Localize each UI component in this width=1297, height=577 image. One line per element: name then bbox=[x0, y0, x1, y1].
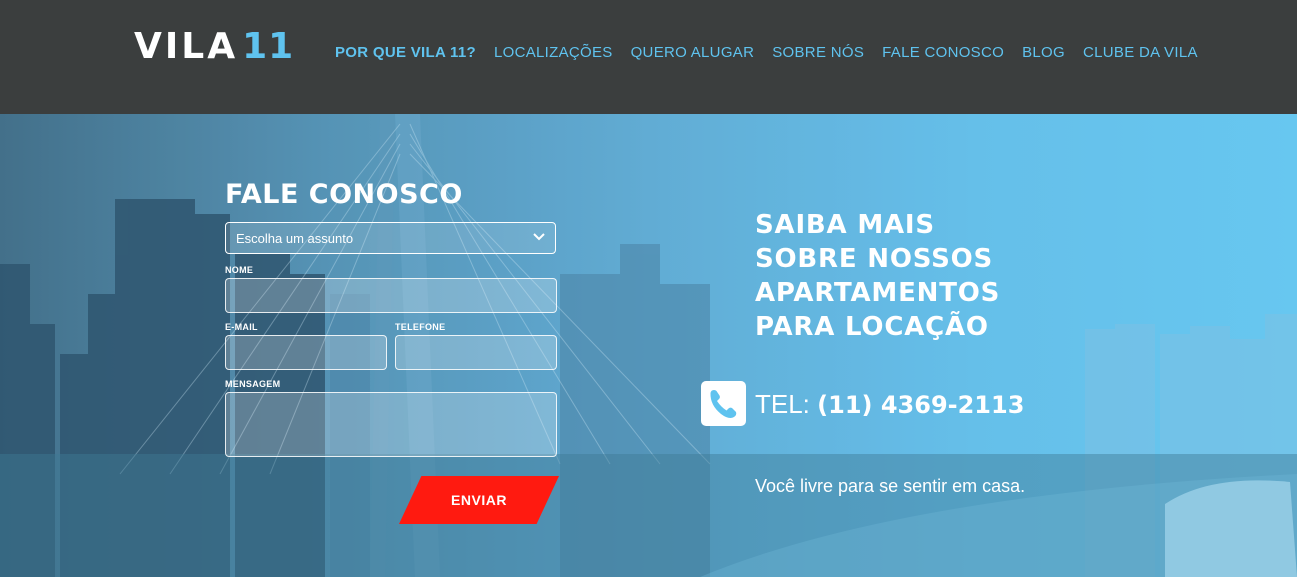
phone-input[interactable] bbox=[395, 335, 557, 370]
nav-quero-alugar[interactable]: QUERO ALUGAR bbox=[631, 44, 755, 61]
message-textarea[interactable] bbox=[225, 392, 557, 457]
phone-label: TELEFONE bbox=[395, 322, 446, 332]
logo-word: VILA bbox=[134, 26, 239, 67]
chevron-down-icon bbox=[533, 233, 545, 241]
subject-select-value: Escolha um assunto bbox=[236, 230, 354, 246]
tagline: Você livre para se sentir em casa. bbox=[755, 476, 1026, 496]
tel-number[interactable]: (11) 4369-2113 bbox=[817, 391, 1024, 419]
telephone: TEL: (11) 4369-2113 bbox=[755, 389, 1024, 420]
name-input[interactable] bbox=[225, 278, 557, 313]
headline-line: SAIBA MAIS bbox=[755, 210, 935, 240]
headline-line: PARA LOCAÇÃO bbox=[755, 312, 989, 342]
vila11-logo[interactable]: VILA 11 bbox=[134, 26, 295, 67]
email-label: E-MAIL bbox=[225, 322, 258, 332]
contact-form-title: FALE CONOSCO bbox=[225, 179, 463, 210]
city-bridge-background bbox=[0, 114, 1297, 577]
main-nav: POR QUE VILA 11? LOCALIZAÇÕES QUERO ALUG… bbox=[335, 44, 1216, 61]
site-header: VILA 11 POR QUE VILA 11? LOCALIZAÇÕES QU… bbox=[0, 0, 1297, 114]
logo-number: 11 bbox=[242, 26, 295, 67]
send-button[interactable]: ENVIAR bbox=[399, 476, 559, 524]
nav-clube-da-vila[interactable]: CLUBE DA VILA bbox=[1083, 44, 1198, 61]
nav-por-que-vila-11[interactable]: POR QUE VILA 11? bbox=[335, 44, 476, 61]
tel-prefix: TEL: bbox=[755, 389, 810, 419]
phone-icon-box[interactable] bbox=[701, 381, 746, 426]
name-label: NOME bbox=[225, 265, 254, 275]
phone-icon bbox=[710, 390, 737, 418]
headline-line: APARTAMENTOS bbox=[755, 278, 1001, 308]
nav-localizacoes[interactable]: LOCALIZAÇÕES bbox=[494, 44, 613, 61]
email-input[interactable] bbox=[225, 335, 387, 370]
promo-headline: SAIBA MAIS SOBRE NOSSOS APARTAMENTOS PAR… bbox=[755, 208, 1055, 344]
message-label: MENSAGEM bbox=[225, 379, 281, 389]
nav-fale-conosco[interactable]: FALE CONOSCO bbox=[882, 44, 1004, 61]
headline-line: SOBRE NOSSOS bbox=[755, 244, 994, 274]
nav-blog[interactable]: BLOG bbox=[1022, 44, 1065, 61]
nav-sobre-nos[interactable]: SOBRE NÓS bbox=[772, 44, 864, 61]
subject-select[interactable]: Escolha um assunto bbox=[225, 222, 556, 254]
hero-section: FALE CONOSCO Escolha um assunto NOME E-M… bbox=[0, 114, 1297, 577]
